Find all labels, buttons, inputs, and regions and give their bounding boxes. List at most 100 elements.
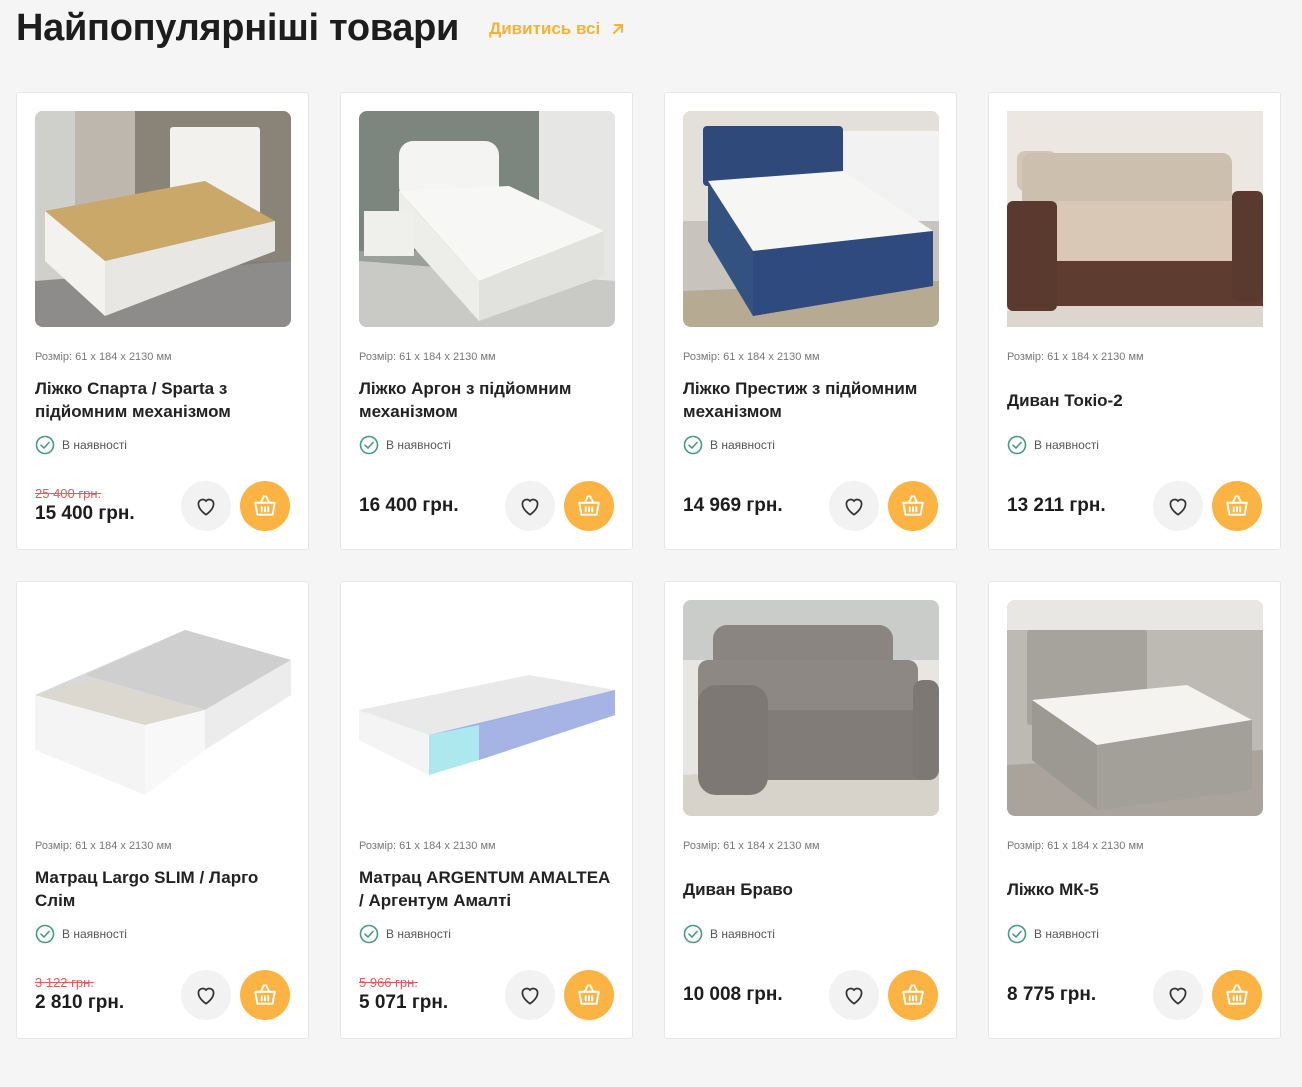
stock-status: В наявності (359, 924, 614, 944)
product-name[interactable]: Ліжко Престиж з підйомним механізмом (683, 377, 938, 423)
basket-icon (254, 495, 276, 516)
product-size: Розмір: 61 х 184 х 2130 мм (35, 840, 172, 852)
basket-icon (902, 495, 924, 516)
product-actions: 8 775 грн. (1007, 970, 1262, 1020)
add-to-cart-button[interactable] (564, 970, 614, 1020)
product-name[interactable]: Ліжко Аргон з підйомним механізмом (359, 377, 614, 423)
product-card[interactable]: Розмір: 61 х 184 х 2130 мм Ліжко Аргон з… (340, 92, 633, 550)
stock-label: В наявності (1034, 927, 1099, 941)
product-actions: 25 400 грн. 15 400 грн. (35, 481, 290, 531)
product-card[interactable]: Розмір: 61 х 184 х 2130 мм Ліжко Спарта … (16, 92, 309, 550)
current-price: 5 071 грн. (359, 992, 449, 1013)
favorite-button[interactable] (829, 481, 879, 531)
stock-status: В наявності (683, 924, 938, 944)
check-circle-icon (1007, 924, 1027, 944)
price-block: 14 969 грн. (683, 494, 829, 518)
view-all-link[interactable]: Дивитись всі (489, 19, 626, 39)
product-size: Розмір: 61 х 184 х 2130 мм (683, 840, 820, 852)
product-image[interactable] (1007, 600, 1263, 816)
stock-status: В наявності (683, 435, 938, 455)
price-block: 10 008 грн. (683, 983, 829, 1007)
favorite-button[interactable] (829, 970, 879, 1020)
add-to-cart-button[interactable] (240, 970, 290, 1020)
price-block: 13 211 грн. (1007, 494, 1153, 518)
favorite-button[interactable] (505, 481, 555, 531)
product-actions: 16 400 грн. (359, 481, 614, 531)
stock-label: В наявності (710, 927, 775, 941)
product-image[interactable] (359, 600, 615, 816)
add-to-cart-button[interactable] (888, 481, 938, 531)
product-name[interactable]: Ліжко МК-5 (1007, 866, 1262, 912)
stock-status: В наявності (1007, 924, 1262, 944)
favorite-button[interactable] (1153, 970, 1203, 1020)
product-name[interactable]: Диван Токіо-2 (1007, 377, 1262, 423)
product-actions: 5 966 грн. 5 071 грн. (359, 970, 614, 1020)
product-name[interactable]: Ліжко Спарта / Sparta з підйомним механі… (35, 377, 290, 423)
add-to-cart-button[interactable] (888, 970, 938, 1020)
stock-status: В наявності (35, 924, 290, 944)
basket-icon (1226, 984, 1248, 1005)
product-grid: Розмір: 61 х 184 х 2130 мм Ліжко Спарта … (16, 92, 1281, 1039)
add-to-cart-button[interactable] (1212, 970, 1262, 1020)
product-size: Розмір: 61 х 184 х 2130 мм (35, 351, 172, 363)
favorite-button[interactable] (181, 970, 231, 1020)
product-image[interactable] (683, 111, 939, 327)
product-card[interactable]: Розмір: 61 х 184 х 2130 мм Ліжко МК-5 В … (988, 581, 1281, 1039)
current-price: 15 400 грн. (35, 503, 135, 524)
favorite-button[interactable] (1153, 481, 1203, 531)
section-header: Найпопулярніші товари Дивитись всі (16, 6, 626, 50)
product-name[interactable]: Матрац Largo SLIM / Ларго Слім (35, 866, 290, 912)
heart-icon (521, 987, 539, 1005)
stock-label: В наявності (386, 927, 451, 941)
current-price: 13 211 грн. (1007, 495, 1106, 516)
arrow-up-right-icon (613, 24, 624, 34)
stock-status: В наявності (1007, 435, 1262, 455)
product-image[interactable] (35, 600, 291, 816)
product-card[interactable]: Розмір: 61 х 184 х 2130 мм Ліжко Престиж… (664, 92, 957, 550)
product-card[interactable]: Розмір: 61 х 184 х 2130 мм Матрац Largo … (16, 581, 309, 1039)
product-actions: 10 008 грн. (683, 970, 938, 1020)
favorite-button[interactable] (505, 970, 555, 1020)
product-actions: 13 211 грн. (1007, 481, 1262, 531)
product-actions: 3 122 грн. 2 810 грн. (35, 970, 290, 1020)
product-size: Розмір: 61 х 184 х 2130 мм (359, 840, 496, 852)
product-card[interactable]: Розмір: 61 х 184 х 2130 мм Матрац ARGENT… (340, 581, 633, 1039)
view-all-label: Дивитись всі (489, 19, 601, 38)
heart-icon (1169, 987, 1187, 1005)
heart-icon (197, 498, 215, 516)
basket-icon (578, 495, 600, 516)
product-image[interactable] (1007, 111, 1263, 327)
stock-label: В наявності (386, 438, 451, 452)
price-block: 8 775 грн. (1007, 983, 1153, 1007)
check-circle-icon (359, 435, 379, 455)
check-circle-icon (1007, 435, 1027, 455)
check-circle-icon (35, 924, 55, 944)
product-card[interactable]: Розмір: 61 х 184 х 2130 мм Диван Токіо-2… (988, 92, 1281, 550)
check-circle-icon (683, 924, 703, 944)
product-image[interactable] (359, 111, 615, 327)
product-image[interactable] (35, 111, 291, 327)
basket-icon (1226, 495, 1248, 516)
current-price: 16 400 грн. (359, 495, 459, 516)
product-card[interactable]: Розмір: 61 х 184 х 2130 мм Диван Браво В… (664, 581, 957, 1039)
heart-icon (521, 498, 539, 516)
old-price: 3 122 грн. (35, 975, 94, 990)
favorite-button[interactable] (181, 481, 231, 531)
add-to-cart-button[interactable] (1212, 481, 1262, 531)
add-to-cart-button[interactable] (240, 481, 290, 531)
product-size: Розмір: 61 х 184 х 2130 мм (359, 351, 496, 363)
product-image[interactable] (683, 600, 939, 816)
basket-icon (902, 984, 924, 1005)
add-to-cart-button[interactable] (564, 481, 614, 531)
basket-icon (578, 984, 600, 1005)
old-price: 25 400 грн. (35, 486, 102, 501)
check-circle-icon (35, 435, 55, 455)
product-name[interactable]: Диван Браво (683, 866, 938, 912)
product-size: Розмір: 61 х 184 х 2130 мм (1007, 840, 1144, 852)
heart-icon (845, 987, 863, 1005)
product-name[interactable]: Матрац ARGENTUM AMALTEA / Аргентум Амалт… (359, 866, 614, 912)
basket-icon (254, 984, 276, 1005)
stock-label: В наявності (62, 927, 127, 941)
old-price: 5 966 грн. (359, 975, 418, 990)
current-price: 14 969 грн. (683, 495, 783, 516)
